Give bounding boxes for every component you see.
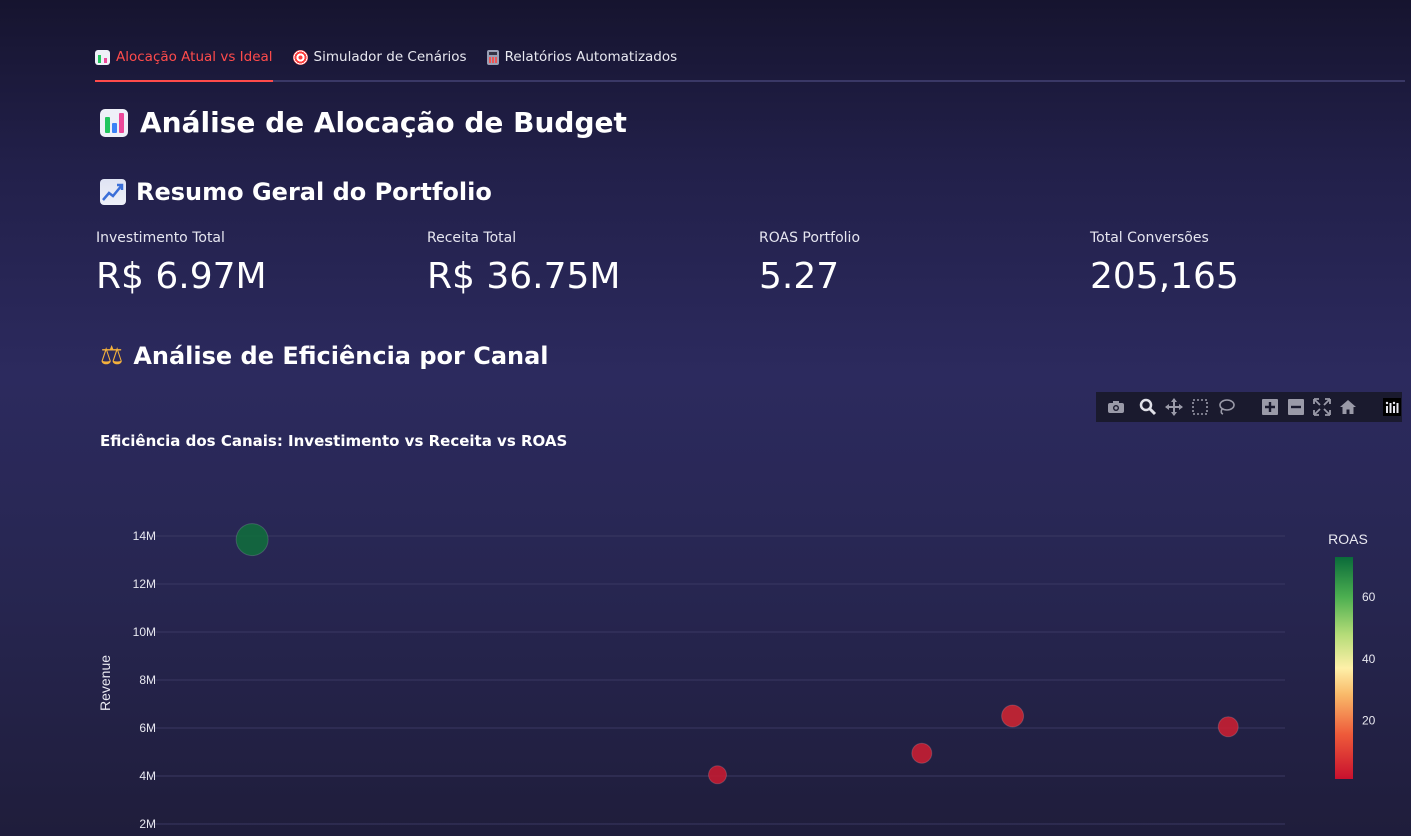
plot-modebar [1096,392,1402,422]
scatter-point[interactable] [235,523,269,557]
metric-value: 5.27 [759,256,840,297]
metric-conversoes: Total Conversões 205,165 [1090,230,1239,297]
metric-receita: Receita Total R$ 36.75M [427,230,620,297]
metric-value: 205,165 [1090,256,1239,297]
y-tick-label: 6M [139,721,156,735]
camera-icon[interactable] [1106,397,1125,417]
page-title: Análise de Alocação de Budget [100,106,627,139]
metric-value: R$ 36.75M [427,256,621,297]
metric-label: ROAS Portfolio [759,230,861,246]
tab-label: Alocação Atual vs Ideal [116,49,273,65]
bar-chart-icon [100,108,128,137]
y-axis-ticks: 2M 4M 6M 8M 10M 12M 14M [133,529,156,831]
colorbar-title: ROAS [1328,531,1368,547]
target-icon [292,49,308,65]
balance-scale-icon: ⚖ [100,341,124,371]
box-select-icon[interactable] [1190,397,1209,417]
y-tick-label: 12M [133,577,156,591]
colorbar-tick-label: 60 [1362,590,1376,604]
colorbar-ticks: 20 40 60 [1362,590,1376,727]
trending-up-icon [100,179,126,205]
colorbar-tick-label: 40 [1362,652,1376,666]
metric-label: Receita Total [427,230,517,246]
metric-investimento: Investimento Total R$ 6.97M [96,230,267,297]
zoom-out-icon[interactable] [1287,397,1306,417]
y-axis-label: Revenue [97,655,113,711]
metric-roas: ROAS Portfolio 5.27 [759,230,860,297]
tab-label: Simulador de Cenários [313,49,467,65]
colorbar-tick-label: 20 [1362,713,1376,727]
plotly-logo-icon[interactable] [1383,397,1402,417]
metric-label: Investimento Total [96,230,225,246]
lasso-icon[interactable] [1216,397,1235,417]
home-icon[interactable] [1339,397,1358,417]
scatter-point[interactable] [911,742,933,764]
summary-heading: Resumo Geral do Portfolio [100,178,492,206]
bar-chart-icon [95,49,110,65]
y-tick-label: 4M [139,769,156,783]
pan-icon[interactable] [1164,397,1183,417]
y-tick-label: 10M [133,625,156,639]
efficiency-heading-text: Análise de Eficiência por Canal [133,342,549,370]
scatter-point[interactable] [1217,716,1239,738]
tab-relatorios[interactable]: Relatórios Automatizados [486,38,678,80]
y-tick-label: 2M [139,817,156,831]
zoom-in-icon[interactable] [1260,397,1279,417]
metric-label: Total Conversões [1090,230,1209,246]
y-tick-label: 14M [133,529,156,543]
chart-title: Eficiência dos Canais: Investimento vs R… [100,432,568,450]
efficiency-heading: ⚖ Análise de Eficiência por Canal [100,342,549,370]
scatter-point[interactable] [708,765,727,785]
zoom-icon[interactable] [1138,397,1157,417]
scatter-plot[interactable]: 2M 4M 6M 8M 10M 12M 14M Revenue ROAS 20 40 60 [90,470,1390,836]
metric-value: R$ 6.97M [96,256,267,297]
summary-heading-text: Resumo Geral do Portfolio [136,178,492,206]
tab-label: Relatórios Automatizados [504,49,678,65]
tab-simulador[interactable]: Simulador de Cenários [292,38,467,80]
y-tick-label: 8M [139,673,156,687]
page-title-text: Análise de Alocação de Budget [140,106,627,139]
colorbar [1335,557,1353,779]
data-points [235,523,1239,785]
calculator-icon [486,49,499,65]
scatter-point[interactable] [1001,704,1025,728]
tab-alocacao[interactable]: Alocação Atual vs Ideal [95,38,273,82]
tab-bar: Alocação Atual vs Ideal Simulador de Cen… [95,38,1405,82]
autoscale-icon[interactable] [1313,397,1332,417]
